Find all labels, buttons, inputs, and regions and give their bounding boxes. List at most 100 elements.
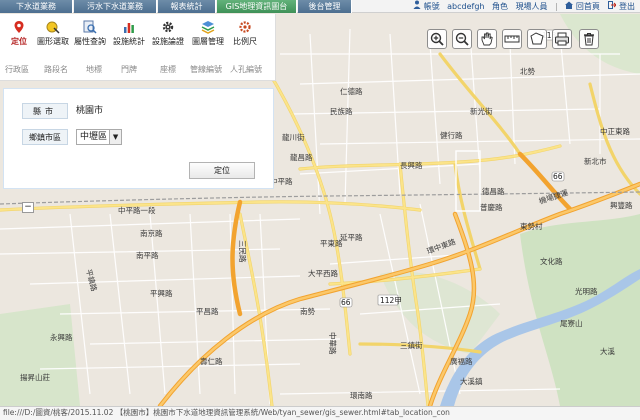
map-label-dechang-rd: 德昌路 (482, 186, 505, 196)
home-link[interactable]: 回首頁 (576, 0, 600, 13)
print-button[interactable] (552, 29, 572, 49)
map-label-xingfeng-rd: 興豐路 (610, 200, 633, 210)
county-value: 桃園市 (76, 106, 104, 116)
tool-shape-select[interactable]: 圖形選取 (36, 18, 70, 56)
chevron-down-icon: ▼ (109, 130, 122, 144)
role-label: 角色 (492, 2, 509, 11)
district-select[interactable]: 中壢區 ▼ (76, 129, 123, 145)
county-label: 縣市 (22, 103, 68, 119)
tool-facility-statistics-label: 設施統計 (113, 37, 145, 46)
tool-attribute-query[interactable]: 屬性查詢 (73, 18, 107, 56)
account-label: 帳號 (423, 2, 440, 11)
subtab-house-number[interactable]: 門牌 (121, 64, 137, 75)
tool-attribute-query-label: 屬性查詢 (74, 37, 106, 46)
map-label-xinguang-st: 新光街 (470, 106, 493, 116)
map-label-sanmin-rd: 三民路 (238, 240, 248, 263)
map-label-shouren-rd: 壽仁路 (200, 356, 223, 366)
tool-layer-management[interactable]: 圖層管理 (191, 18, 225, 56)
measure-area-button[interactable] (527, 29, 547, 49)
map-label-pingxing-rd: 平興路 (150, 288, 173, 298)
subtab-manhole-number[interactable]: 人孔編號 (230, 64, 262, 75)
district-select-value: 中壢區 (80, 132, 108, 142)
route-shield-66-east: 66 (551, 171, 565, 182)
logout-icon[interactable] (607, 0, 617, 13)
subtab-road-name[interactable]: 路段名 (44, 64, 68, 75)
zoom-in-icon (430, 32, 444, 46)
tool-facility-review[interactable]: 設施論證 (151, 18, 185, 56)
nav-tab-sewage-business[interactable]: 污水下水道業務 (74, 0, 157, 13)
map-pin-icon (12, 20, 26, 34)
zoom-out-icon (455, 32, 469, 46)
tool-locate[interactable]: 定位 (2, 18, 36, 56)
bar-chart-icon (122, 20, 136, 34)
map-label-huannan-rd: 環南路 (350, 390, 373, 400)
pan-button[interactable] (477, 29, 497, 49)
nav-tab-admin[interactable]: 後台管理 (298, 0, 352, 13)
zoom-in-button[interactable] (427, 29, 447, 49)
gis-toolbar: 定位 圖形選取 屬性查詢 設施統計 設施論證 圖層管理 比例尺 行政區 路段名 … (0, 14, 276, 81)
measure-area-icon (530, 32, 544, 45)
gear-icon (161, 20, 175, 34)
user-bar-divider: | (555, 2, 558, 11)
map-label-yangsheng-villa: 揚昇山莊 (20, 372, 50, 382)
map-label-zhongzheng-e-rd: 中正東路 (600, 126, 630, 136)
map-label-wenhua-rd: 文化路 (540, 256, 563, 266)
map-label-guangming-rd: 光明路 (575, 286, 598, 296)
map-label-daxi-town: 大溪鎮 (460, 376, 483, 386)
nav-tab-report-statistics[interactable]: 報表統計 (158, 0, 216, 13)
layers-icon (201, 20, 215, 34)
map-label-jianxing-rd: 健行路 (440, 130, 463, 140)
map-label-yanping-rd: 延平路 (340, 232, 363, 242)
top-navigation-bar: 下水道業務 污水下水道業務 報表統計 GIS地理資訊圖台 後台管理 帳號 abc… (0, 0, 640, 13)
pan-hand-icon (481, 32, 493, 46)
subtab-pipe-number[interactable]: 管線編號 (190, 64, 222, 75)
district-label: 鄉鎮市區 (22, 129, 68, 145)
route-shield-112a: 112甲 (377, 294, 402, 306)
map-label-longchuan-st: 龍川街 (282, 132, 305, 142)
clear-icon (584, 33, 594, 46)
subtab-coordinates[interactable]: 座標 (160, 64, 176, 75)
clear-button[interactable] (579, 29, 599, 49)
subtab-landmark[interactable]: 地標 (86, 64, 102, 75)
shape-select-icon (46, 20, 60, 34)
route-shield-66: 66 (339, 297, 353, 308)
map-label-yongxing-rd: 永興路 (50, 332, 73, 342)
map-label-guangfu-rd: 廣福路 (450, 356, 473, 366)
nav-tab-gis-platform[interactable]: GIS地理資訊圖台 (217, 0, 297, 13)
map-label-pingdong-rd: 平東路 (320, 238, 343, 248)
account-value: abcdefgh (447, 2, 485, 11)
subtab-district[interactable]: 行政區 (5, 64, 29, 75)
map-label-pingchang-rd: 平昌路 (196, 306, 219, 316)
status-bar-url: file:///D:/圖資/桃客/2015.11.02 【桃園市】桃園市下水道地… (0, 406, 640, 420)
svg-text:112甲: 112甲 (380, 296, 402, 305)
zoom-out-control[interactable]: − (22, 202, 34, 213)
locate-button[interactable]: 定位 (189, 162, 255, 179)
map-label-longchang-rd: 龍昌路 (290, 152, 313, 162)
tool-scale[interactable]: 比例尺 (228, 18, 262, 56)
map-label-nanshi: 南勢 (300, 306, 315, 316)
home-icon[interactable] (564, 0, 573, 13)
user-icon (412, 0, 421, 13)
map-label-new-taipei: 新北市 (584, 156, 607, 166)
tool-locate-label: 定位 (11, 37, 27, 46)
map-label-beishi: 北勢 (520, 66, 535, 76)
tool-facility-statistics[interactable]: 設施統計 (112, 18, 146, 56)
measure-distance-button[interactable] (502, 29, 522, 49)
tool-shape-select-label: 圖形選取 (37, 37, 69, 46)
zoom-out-button[interactable] (452, 29, 472, 49)
map-label-zhonghua-rd: 中華路 (328, 332, 338, 355)
map-label-sanzhen-st: 三鎮街 (400, 340, 423, 350)
logout-link[interactable]: 登出 (619, 0, 635, 13)
map-label-changxing-rd: 長興路 (400, 160, 423, 170)
map-label-nanping-rd: 南平路 (136, 250, 159, 260)
scale-icon (238, 20, 252, 34)
tool-scale-label: 比例尺 (233, 37, 257, 46)
nav-tab-sewer-business[interactable]: 下水道業務 (0, 0, 73, 13)
map-label-daping-w-rd: 大平西路 (308, 268, 338, 278)
map-label-dongshi-village: 東勢村 (520, 221, 543, 231)
user-info-bar: 帳號 abcdefgh 角色 現場人員 | 回首頁 登出 (412, 0, 640, 13)
map-label-weiliao-mtn: 尾寮山 (560, 318, 583, 328)
measure-distance-icon (504, 35, 520, 43)
locate-sub-tabs: 行政區 路段名 地標 門牌 座標 管線編號 人孔編號 (0, 60, 276, 80)
print-icon (555, 32, 569, 46)
